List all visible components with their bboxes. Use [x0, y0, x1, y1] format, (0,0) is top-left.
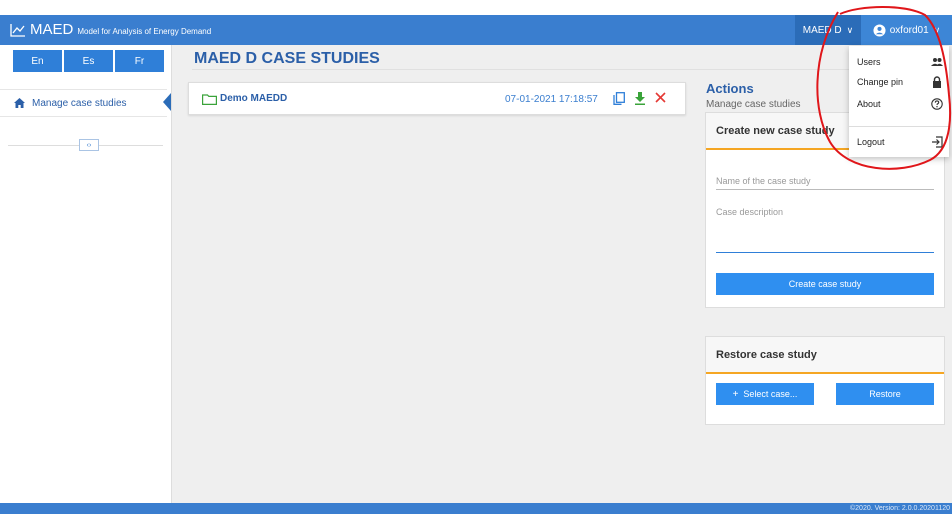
case-study-name[interactable]: Demo MAEDD — [220, 93, 287, 104]
resize-arrows-icon: ‹› — [86, 141, 92, 149]
restore-button[interactable]: Restore — [836, 383, 934, 405]
menu-item-logout[interactable]: Logout — [849, 133, 949, 153]
download-icon[interactable] — [634, 92, 646, 105]
create-case-button[interactable]: Create case study — [716, 273, 934, 295]
chevron-down-icon: ∨ — [846, 24, 854, 35]
restore-panel-title: Restore case study — [706, 337, 944, 374]
actions-title: Actions — [706, 81, 754, 96]
copy-icon[interactable] — [613, 92, 625, 105]
select-case-button[interactable]: + Select case... — [716, 383, 814, 405]
folder-icon — [202, 94, 217, 105]
sidebar: En Es Fr Manage case studies ‹› — [0, 45, 172, 503]
menu-divider — [849, 126, 949, 127]
help-circle-icon — [931, 98, 943, 110]
language-button-fr[interactable]: Fr — [115, 50, 164, 72]
app-footer: ©2020. Version: 2.0.0.20201120 — [0, 503, 952, 514]
menu-item-label: Users — [857, 57, 881, 67]
case-study-date: 07-01-2021 17:18:57 — [505, 94, 598, 105]
menu-item-change-pin[interactable]: Change pin — [849, 73, 949, 93]
main-content: MAED D CASE STUDIES Demo MAEDD 07-01-202… — [172, 45, 952, 503]
menu-item-label: About — [857, 99, 881, 109]
account-circle-icon — [873, 23, 886, 37]
case-menu-label: MAED D — [802, 24, 842, 36]
active-item-marker — [163, 93, 171, 111]
menu-item-users[interactable]: Users — [849, 53, 949, 73]
actions-subtitle: Manage case studies — [706, 99, 801, 110]
sidebar-item-manage-case-studies[interactable]: Manage case studies — [0, 89, 167, 117]
app-header: MAED Model for Analysis of Energy Demand… — [0, 15, 952, 45]
page-title: MAED D CASE STUDIES — [194, 50, 380, 67]
language-button-es[interactable]: Es — [64, 50, 113, 72]
top-strip — [0, 0, 952, 15]
case-description-input[interactable]: Case description — [716, 207, 934, 253]
footer-version: ©2020. Version: 2.0.0.20201120 — [850, 505, 950, 512]
user-dropdown-menu: Users Change pin About Logout — [849, 46, 949, 157]
users-icon — [931, 58, 943, 66]
select-case-label: Select case... — [743, 389, 798, 399]
logout-icon — [932, 136, 943, 148]
line-chart-icon — [10, 23, 25, 37]
sidebar-resize-handle[interactable]: ‹› — [79, 139, 99, 151]
language-switcher: En Es Fr — [13, 50, 164, 72]
app-name: MAED — [30, 21, 74, 38]
case-menu-button[interactable]: MAED D ∨ — [795, 15, 861, 45]
lock-icon — [933, 76, 941, 88]
brand[interactable]: MAED Model for Analysis of Energy Demand — [10, 21, 211, 38]
close-icon[interactable] — [655, 92, 666, 103]
sidebar-item-label: Manage case studies — [32, 97, 127, 109]
chevron-down-icon: ∨ — [933, 24, 941, 35]
home-icon — [14, 98, 25, 108]
plus-icon: + — [732, 388, 739, 400]
menu-item-label: Change pin — [857, 77, 904, 87]
menu-item-about[interactable]: About — [849, 95, 949, 115]
case-study-row[interactable]: Demo MAEDD 07-01-2021 17:18:57 — [188, 82, 686, 115]
title-divider — [192, 69, 852, 70]
user-menu-label: oxford01 — [889, 24, 929, 36]
app-tagline: Model for Analysis of Energy Demand — [77, 26, 212, 36]
restore-case-panel: Restore case study + Select case... Rest… — [705, 336, 945, 425]
menu-item-label: Logout — [857, 137, 885, 147]
user-menu-button[interactable]: oxford01 ∨ — [861, 15, 952, 45]
language-button-en[interactable]: En — [13, 50, 62, 72]
case-name-input[interactable]: Name of the case study — [716, 170, 934, 190]
